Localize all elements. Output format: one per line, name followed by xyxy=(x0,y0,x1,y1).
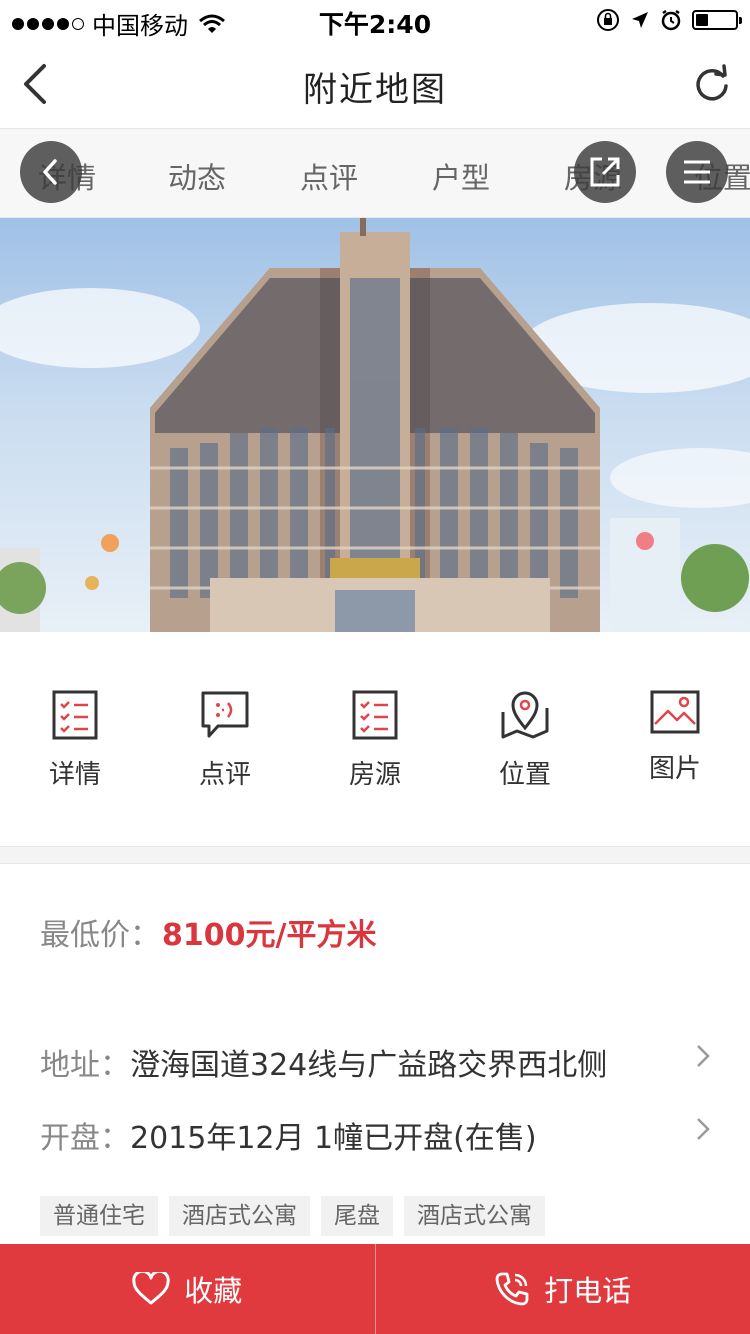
action-listings[interactable]: 房源 xyxy=(300,690,450,791)
chevron-right-icon xyxy=(697,1045,710,1067)
action-reviews[interactable]: 点评 xyxy=(150,690,300,791)
back-chevron-icon xyxy=(43,159,57,185)
action-photos[interactable]: 图片 xyxy=(600,690,750,785)
share-icon xyxy=(590,157,620,187)
address-row[interactable]: 地址：澄海国道324线与广益路交界西北侧 xyxy=(40,1040,720,1084)
action-details[interactable]: 详情 xyxy=(0,690,150,791)
floating-back-button[interactable] xyxy=(20,141,82,203)
menu-button[interactable] xyxy=(666,141,728,203)
alarm-icon xyxy=(661,9,681,31)
section-divider xyxy=(0,846,750,864)
menu-icon xyxy=(684,160,710,184)
section-tabs: 详情 动态 点评 户型 房源 位置 xyxy=(0,128,750,218)
action-reviews-label: 点评 xyxy=(198,760,251,790)
share-button[interactable] xyxy=(574,141,636,203)
building-illustration xyxy=(0,218,750,632)
heart-icon xyxy=(132,1272,170,1305)
map-pin-icon xyxy=(501,691,549,739)
status-bar: 中国移动 下午2:40 xyxy=(0,0,750,40)
bottom-action-bar: 收藏 打电话 xyxy=(0,1244,750,1334)
address-label: 地址： xyxy=(40,1048,130,1083)
favorite-label: 收藏 xyxy=(184,1274,243,1308)
opening-label: 开盘： xyxy=(40,1121,130,1156)
action-details-label: 详情 xyxy=(48,760,101,790)
navigation-bar: 附近地图 xyxy=(0,40,750,128)
property-tags: 普通住宅 酒店式公寓 尾盘 酒店式公寓 xyxy=(40,1196,545,1236)
tag: 酒店式公寓 xyxy=(404,1196,545,1236)
tab-news[interactable]: 动态 xyxy=(168,155,226,197)
comment-icon xyxy=(201,691,249,738)
action-listings-label: 房源 xyxy=(348,760,401,790)
opening-row[interactable]: 开盘：2015年12月 1幢已开盘(在售) xyxy=(40,1113,720,1157)
tab-reviews[interactable]: 点评 xyxy=(300,155,358,197)
action-photos-label: 图片 xyxy=(648,754,701,784)
status-right xyxy=(596,8,742,32)
price-value: 8100元/平方米 xyxy=(162,918,377,953)
list-icon xyxy=(52,690,98,740)
tab-floorplans[interactable]: 户型 xyxy=(432,155,490,197)
image-icon xyxy=(650,690,700,734)
action-location-label: 位置 xyxy=(498,760,551,790)
tag: 尾盘 xyxy=(321,1196,393,1236)
refresh-icon[interactable] xyxy=(692,64,732,104)
favorite-button[interactable]: 收藏 xyxy=(0,1244,375,1334)
page-title: 附近地图 xyxy=(303,70,447,110)
property-photo[interactable] xyxy=(0,218,750,632)
location-arrow-icon xyxy=(632,12,648,28)
call-button[interactable]: 打电话 xyxy=(376,1244,750,1334)
price-label: 最低价： xyxy=(40,918,160,953)
tag: 普通住宅 xyxy=(40,1196,158,1236)
quick-actions: 详情 点评 房源 位置 图片 xyxy=(0,632,750,846)
tag: 酒店式公寓 xyxy=(169,1196,310,1236)
battery-icon xyxy=(692,10,742,30)
call-label: 打电话 xyxy=(544,1274,632,1308)
phone-icon xyxy=(495,1272,529,1306)
opening-value: 2015年12月 1幢已开盘(在售) xyxy=(130,1121,537,1156)
price-row: 最低价：8100元/平方米 xyxy=(40,910,376,954)
action-location[interactable]: 位置 xyxy=(450,690,600,791)
address-value: 澄海国道324线与广益路交界西北侧 xyxy=(130,1048,608,1083)
list-icon xyxy=(352,690,398,740)
chevron-right-icon xyxy=(697,1118,710,1140)
rotation-lock-icon xyxy=(597,9,619,31)
